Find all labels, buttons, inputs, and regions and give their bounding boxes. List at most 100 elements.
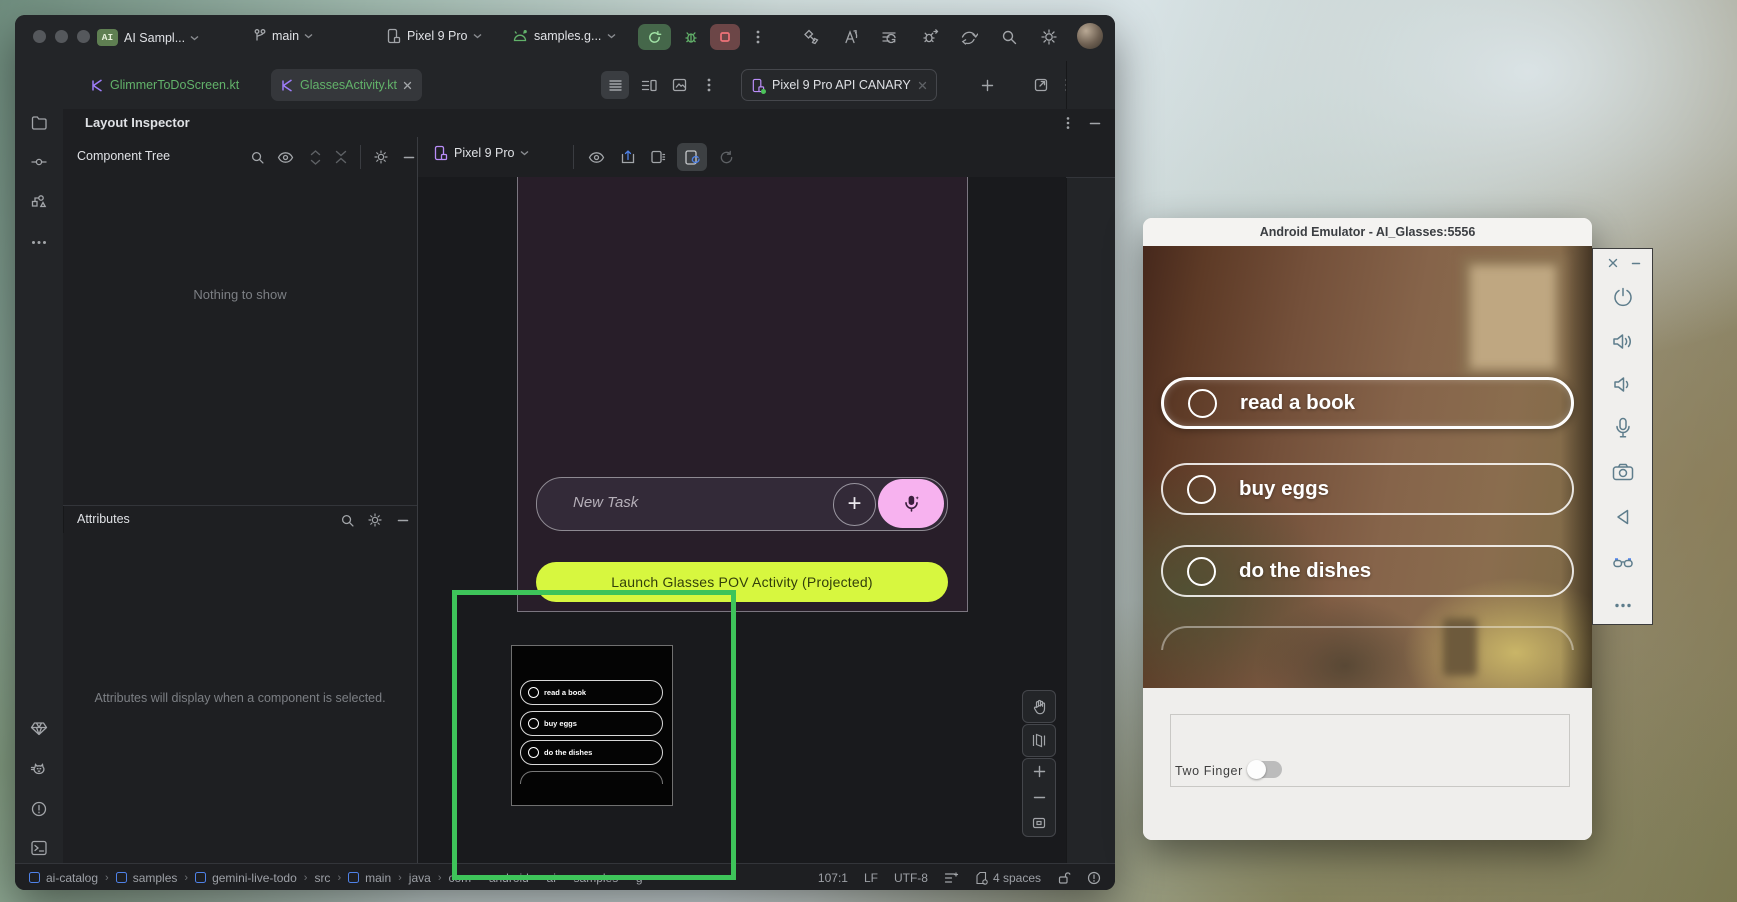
indent-size[interactable]: 4 spaces [975,871,1041,885]
settings-gear-icon[interactable] [1035,23,1063,51]
emulator-more-button[interactable] [1608,590,1638,620]
user-avatar[interactable] [1077,23,1103,49]
sync-todo-icon[interactable] [875,23,903,51]
project-selector[interactable]: AI Sampl... [124,30,199,46]
editor-view-mode-list-icon[interactable] [601,71,629,99]
emulator-volume-up-button[interactable] [1608,326,1638,356]
3d-layers-button[interactable] [1022,724,1056,757]
emulator-microphone-button[interactable] [1608,413,1638,443]
kotlin-file-icon [91,79,104,92]
expand-all-icon[interactable] [303,145,327,169]
live-updates-toggle-active[interactable] [677,143,707,171]
commit-icon[interactable] [24,147,54,177]
two-finger-toggle[interactable] [1248,761,1282,778]
add-task-button[interactable]: + [833,483,876,526]
more-tool-windows-icon[interactable] [24,227,54,257]
emulator-glasses-button[interactable] [1608,546,1638,576]
inspector-device-selector[interactable]: Pixel 9 Pro [433,145,529,161]
apply-changes-icon[interactable] [916,23,944,51]
component-tree-empty-text: Nothing to show [63,287,417,302]
search-everywhere-icon[interactable] [995,23,1023,51]
todo-item-do-the-dishes[interactable]: do the dishes [1161,545,1574,597]
refresh-layout-icon[interactable] [713,145,739,169]
cursor-position[interactable]: 107:1 [818,871,848,885]
write-access-lock-icon[interactable] [1057,871,1071,885]
layout-inspector-hide-icon[interactable] [1085,113,1105,133]
zoom-out-button[interactable] [1023,785,1055,810]
android-icon [512,29,528,43]
problems-icon[interactable] [24,794,54,824]
tree-search-icon[interactable] [245,145,269,169]
todo-item-partial [1143,626,1592,650]
device-icon [386,28,401,44]
open-in-window-icon[interactable] [1029,71,1053,99]
close-window-button[interactable] [33,30,46,43]
file-encoding[interactable]: UTF-8 [894,871,928,885]
emulator-display[interactable]: read a book buy eggs do the dishes [1143,246,1592,688]
attributes-search-icon[interactable] [335,508,359,532]
voice-input-button[interactable] [878,479,944,528]
tab-glimmertodoscreen[interactable]: GlimmerToDoScreen.kt [81,69,249,101]
editor-tabs-more-menu[interactable] [699,71,719,99]
profiler-icon[interactable] [836,23,864,51]
todo-item-buy-eggs[interactable]: buy eggs [1161,463,1574,515]
todo-item-read-a-book[interactable]: read a book [1161,377,1574,429]
ai-cat-icon[interactable] [24,754,54,784]
add-device-tab-button[interactable] [975,71,999,99]
close-tab-icon[interactable] [403,81,412,90]
radio-circle-icon [528,718,539,729]
emulator-close-icon[interactable] [1603,254,1623,272]
collapse-all-icon[interactable] [329,145,353,169]
structure-icon[interactable] [24,187,54,217]
terminal-icon[interactable] [24,833,54,863]
debug-button[interactable] [677,24,705,50]
layout-inspector-title: Layout Inspector [85,115,190,130]
editor-view-mode-design-icon[interactable] [665,71,693,99]
run-configuration-selector[interactable]: samples.g... [512,28,616,44]
pan-hand-button[interactable] [1022,690,1056,723]
running-device-tab[interactable]: Pixel 9 Pro API CANARY [741,69,937,101]
zoom-fit-button[interactable] [1023,811,1055,836]
editor-view-mode-split-icon[interactable] [635,71,663,99]
layout-inspector-more-menu[interactable] [1058,113,1078,133]
project-folder-icon[interactable] [24,108,54,138]
emulator-title-bar[interactable]: Android Emulator - AI_Glasses:5556 [1143,218,1592,246]
attributes-settings-gear-icon[interactable] [363,508,387,532]
inspector-view-options-eye-icon[interactable] [583,145,609,169]
emulator-minimize-icon[interactable] [1626,254,1646,272]
tab-glassesactivity[interactable]: GlassesActivity.kt [271,69,422,101]
device-screen-render[interactable]: New Task + Launch Glasses POV Activity (… [517,177,968,612]
ide-window: AI AI Sampl... main Pixel 9 Pro samples.… [15,15,1115,890]
emulator-back-button[interactable] [1608,502,1638,532]
vcs-branch-selector[interactable]: main [253,28,313,44]
minimize-window-button[interactable] [55,30,68,43]
attributes-hide-icon[interactable] [391,508,415,532]
rerun-button[interactable] [638,24,671,50]
tree-settings-gear-icon[interactable] [369,145,393,169]
snapshot-import-icon[interactable] [645,145,671,169]
radio-circle-icon[interactable] [1188,389,1217,418]
emulator-volume-down-button[interactable] [1608,369,1638,399]
close-tab-icon[interactable] [918,81,927,90]
inspections-status-icon[interactable] [1087,871,1101,885]
snapshot-export-icon[interactable] [615,145,641,169]
radio-circle-icon [528,747,539,758]
run-more-menu[interactable] [747,24,769,50]
gemini-gem-icon[interactable] [24,713,54,743]
tree-view-options-eye-icon[interactable] [273,145,297,169]
module-icon [195,872,206,883]
pull-request-icon[interactable] [955,23,983,51]
indent-options-icon[interactable] [944,872,959,884]
build-icon[interactable] [797,23,825,51]
emulator-camera-button[interactable] [1608,457,1638,487]
target-device-selector[interactable]: Pixel 9 Pro [386,28,482,44]
new-task-input[interactable]: New Task + [536,477,948,531]
radio-circle-icon[interactable] [1187,557,1216,586]
stop-button[interactable] [710,24,740,50]
maximize-window-button[interactable] [77,30,90,43]
line-separator[interactable]: LF [864,871,878,885]
radio-circle-icon[interactable] [1187,475,1216,504]
mini-screen-render[interactable]: read a book buy eggs do the dishes [511,645,673,806]
emulator-power-button[interactable] [1608,282,1638,312]
zoom-in-button[interactable] [1023,759,1055,784]
